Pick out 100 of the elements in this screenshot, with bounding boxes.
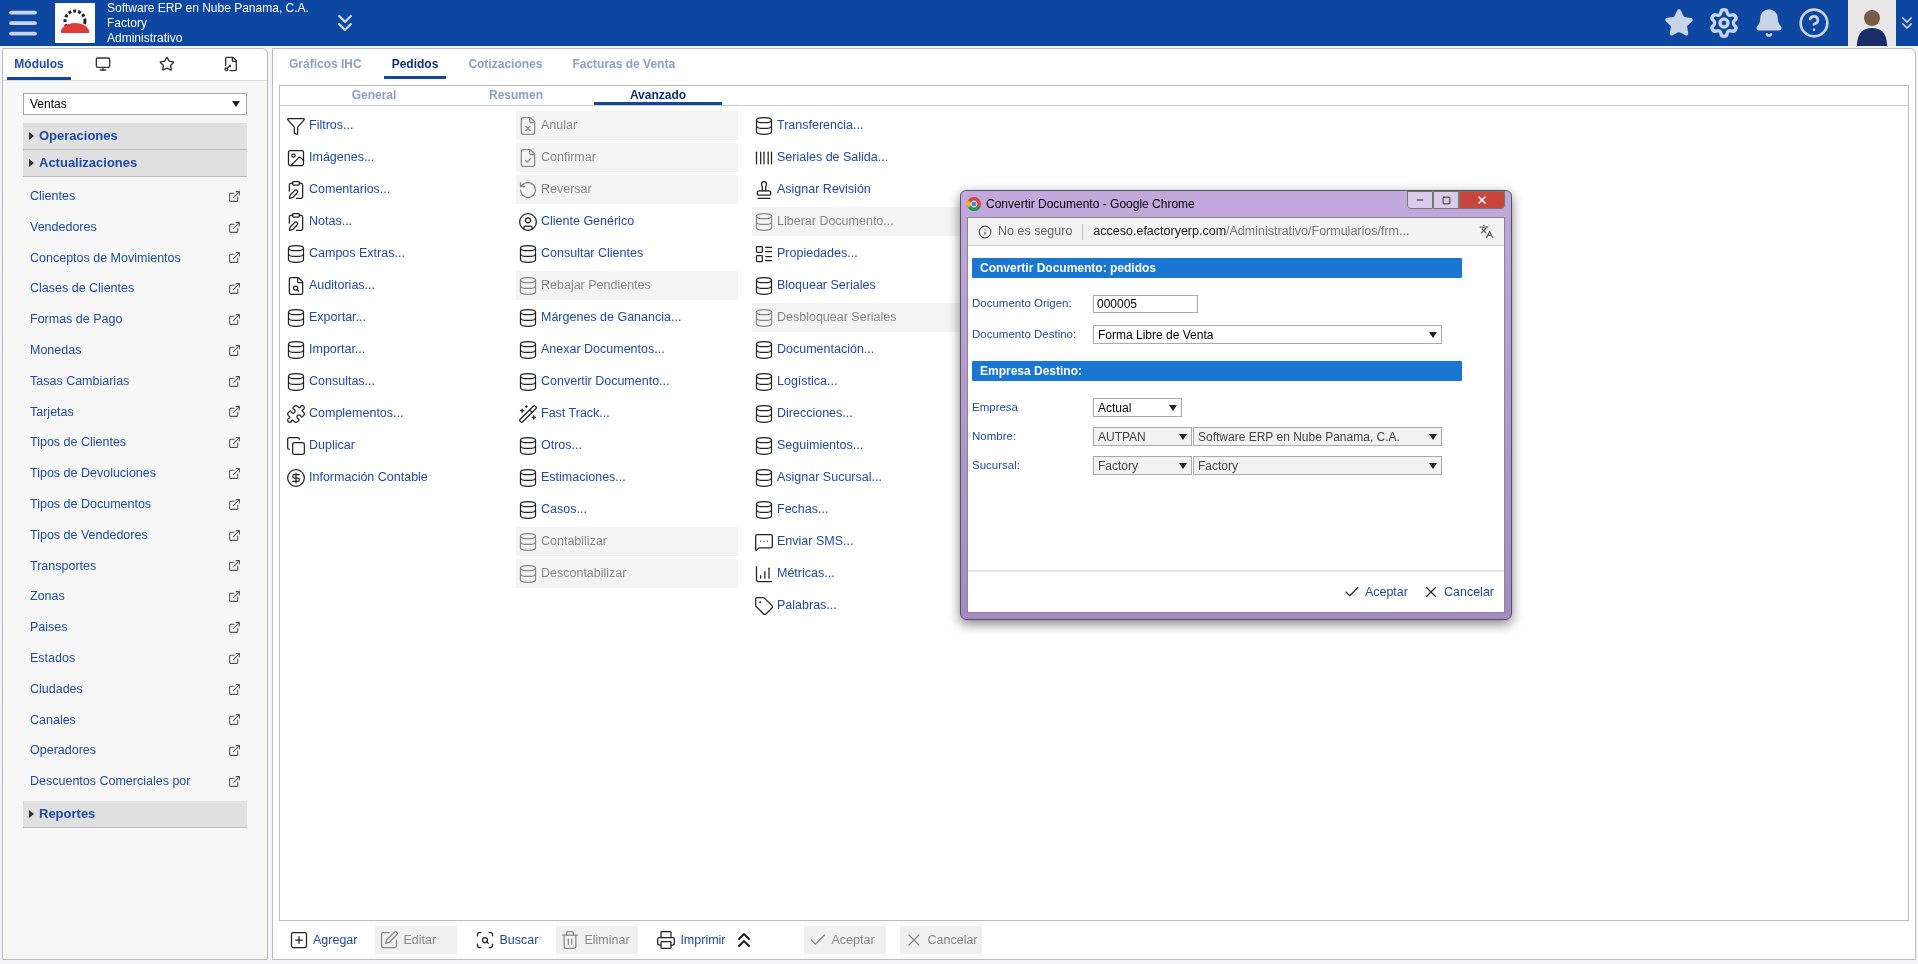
action-item[interactable]: Enviar SMS... — [752, 527, 962, 556]
external-link-icon[interactable] — [228, 436, 241, 450]
database-icon — [518, 563, 538, 584]
external-link-icon[interactable] — [228, 590, 241, 604]
section-header[interactable]: Reportes — [23, 800, 247, 828]
action-item[interactable]: Asignar Sucursal... — [752, 463, 962, 492]
action-item[interactable]: Seguimientos... — [752, 431, 962, 460]
action-item[interactable]: Estimaciones... — [516, 463, 738, 492]
external-link-icon[interactable] — [228, 621, 241, 635]
external-link-icon[interactable] — [228, 559, 241, 573]
dialog-button[interactable]: Aceptar — [1342, 582, 1408, 602]
external-link-icon[interactable] — [228, 682, 241, 696]
sidebar-link[interactable]: Formas de Pago — [30, 310, 123, 329]
external-link-icon[interactable] — [228, 189, 241, 203]
sidebar-link[interactable]: Clases de Clientes — [30, 279, 135, 299]
sidebar-link[interactable]: Zonas — [30, 587, 65, 607]
action-item[interactable]: Métricas... — [752, 559, 962, 588]
external-link-icon[interactable] — [228, 775, 241, 789]
action-item[interactable]: Cliente Genérico — [516, 207, 738, 236]
sidebar-link[interactable]: Conceptos de Movimientos — [30, 248, 181, 268]
action-item[interactable]: Convertir Documento... — [516, 367, 738, 396]
funnel-icon — [286, 115, 306, 136]
toolbar-button[interactable]: Agregar — [285, 926, 362, 954]
action-item[interactable]: Documentación... — [752, 335, 962, 364]
external-link-icon[interactable] — [228, 405, 241, 419]
help-button[interactable] — [1798, 7, 1830, 39]
action-item[interactable]: Complementos... — [284, 399, 510, 428]
avatar[interactable] — [1848, 0, 1896, 46]
toolbar-button[interactable]: Buscar — [471, 926, 543, 954]
external-link-icon[interactable] — [228, 220, 241, 234]
action-item[interactable]: Otros... — [516, 431, 738, 460]
caret-icon — [1179, 432, 1187, 441]
external-link-icon[interactable] — [228, 713, 241, 727]
action-item[interactable]: Campos Extras... — [284, 239, 510, 268]
sidebar-link[interactable]: Tasas Cambiarias — [30, 371, 130, 391]
action-item[interactable]: Imágenes... — [284, 143, 510, 172]
external-link-icon[interactable] — [228, 497, 241, 511]
action-item[interactable]: Importar... — [284, 335, 510, 364]
sidebar-link[interactable]: Estados — [30, 648, 76, 668]
action-item[interactable]: Información Contable — [284, 463, 510, 492]
external-link-icon[interactable] — [228, 282, 241, 296]
external-link-icon[interactable] — [228, 374, 241, 388]
favorites-button[interactable] — [1664, 8, 1694, 38]
external-link-icon[interactable] — [228, 744, 241, 758]
dialog-button[interactable]: Cancelar — [1421, 582, 1494, 602]
action-item[interactable]: Consultar Clientes — [516, 239, 738, 268]
external-link-icon[interactable] — [228, 651, 241, 665]
sidebar-link[interactable]: Tipos de Documentos — [30, 495, 152, 514]
action-item[interactable]: Comentarios... — [284, 175, 510, 204]
external-link-icon[interactable] — [228, 528, 241, 542]
action-item[interactable]: Márgenes de Ganancia... — [516, 303, 738, 332]
action-item[interactable]: Bloquear Seriales — [752, 271, 962, 300]
sidebar-link[interactable]: Transportes — [30, 556, 97, 576]
sidebar-link[interactable]: Paises — [30, 618, 68, 637]
toolbar-button[interactable]: Imprimir — [652, 926, 730, 954]
sidebar-link[interactable]: Descuentos Comerciales por — [30, 772, 191, 791]
action-item[interactable]: Fast Track... — [516, 399, 738, 428]
sidebar-link[interactable]: Ciudades — [30, 679, 83, 699]
sidebar-link[interactable]: Vendedores — [30, 217, 97, 237]
sidebar-link[interactable]: Canales — [30, 710, 76, 730]
module-select[interactable]: Ventas — [23, 93, 247, 115]
action-item[interactable]: Notas... — [284, 207, 510, 236]
sidebar-link[interactable]: Clientes — [30, 187, 76, 206]
action-item[interactable]: Transferencia... — [752, 111, 962, 140]
section-header[interactable]: Operaciones — [23, 123, 247, 150]
subtab[interactable]: Avanzado — [594, 86, 722, 105]
sidebar-link[interactable]: Tipos de Clientes — [30, 433, 127, 453]
action-item[interactable]: Propiedades... — [752, 239, 962, 268]
action-item[interactable]: Seriales de Salida... — [752, 143, 962, 172]
action-item[interactable]: Anexar Documentos... — [516, 335, 738, 364]
sidebar-link[interactable]: Operadores — [30, 741, 96, 761]
maximize-button[interactable] — [1433, 191, 1459, 209]
external-link-icon[interactable] — [228, 313, 241, 327]
action-item[interactable]: Fechas... — [752, 495, 962, 524]
external-link-icon[interactable] — [228, 467, 241, 481]
external-link-icon[interactable] — [228, 343, 241, 357]
input-field[interactable]: 000005 — [1093, 295, 1198, 313]
tab[interactable]: Pedidos — [383, 51, 447, 79]
action-item[interactable]: Direcciones... — [752, 399, 962, 428]
action-item[interactable]: Filtros... — [284, 111, 510, 140]
action-item[interactable]: Logística... — [752, 367, 962, 396]
sidebar-link[interactable]: Tipos de Vendedores — [30, 525, 148, 545]
action-item[interactable]: Casos... — [516, 495, 738, 524]
action-item[interactable]: Auditorias... — [284, 271, 510, 300]
section-header[interactable]: Actualizaciones — [23, 150, 247, 177]
sidebar-link[interactable]: Monedas — [30, 341, 82, 360]
settings-button[interactable] — [1708, 7, 1740, 39]
action-item[interactable]: Consultas... — [284, 367, 510, 396]
action-item[interactable]: Duplicar — [284, 431, 510, 460]
select-field[interactable]: Actual — [1093, 398, 1182, 417]
minimize-button[interactable] — [1407, 191, 1433, 209]
security-label: No es seguro — [998, 223, 1073, 241]
action-item[interactable]: Asignar Revisión — [752, 175, 962, 204]
select-field[interactable]: Forma Libre de Venta — [1093, 325, 1442, 344]
action-item[interactable]: Palabras... — [752, 591, 962, 620]
sidebar-link[interactable]: Tipos de Devoluciones — [30, 464, 156, 483]
notifications-button[interactable] — [1754, 8, 1784, 38]
external-link-icon[interactable] — [228, 251, 241, 265]
action-item[interactable]: Exportar... — [284, 303, 510, 332]
sidebar-link[interactable]: Tarjetas — [30, 402, 74, 422]
